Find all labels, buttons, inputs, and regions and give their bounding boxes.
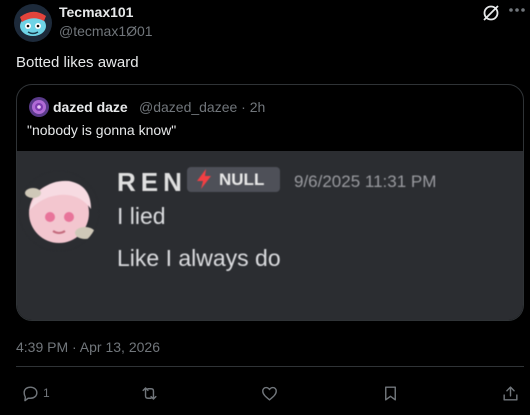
- reply-button[interactable]: 1: [21, 382, 50, 404]
- author-handle[interactable]: @tecmax1Ø01: [59, 23, 153, 39]
- quote-author-handle[interactable]: @dazed_dazee · 2h: [139, 99, 265, 115]
- quote-media-image[interactable]: REN NULL 9/6/2025 11:31 PM I lied Like I…: [17, 151, 523, 320]
- grok-icon[interactable]: [481, 3, 501, 23]
- quoted-post[interactable]: dazed daze @dazed_dazee · 2h "nobody is …: [16, 84, 524, 321]
- reply-icon: [23, 385, 38, 401]
- media-username: REN: [117, 167, 187, 197]
- quote-author-avatar[interactable]: [29, 97, 49, 117]
- more-icon[interactable]: [506, 0, 528, 20]
- like-button[interactable]: [260, 382, 279, 404]
- quote-author-name[interactable]: dazed daze: [53, 99, 128, 115]
- lightning-icon: [197, 169, 211, 189]
- media-role-badge: NULL: [187, 167, 280, 192]
- author-name[interactable]: Tecmax101: [59, 4, 133, 20]
- share-icon: [503, 385, 518, 401]
- repost-button[interactable]: [140, 382, 159, 404]
- post-timestamp[interactable]: 4:39 PM · Apr 13, 2026: [16, 339, 160, 355]
- media-message-line: I lied: [117, 203, 166, 229]
- post-text: Botted likes award: [16, 54, 139, 71]
- author-avatar[interactable]: [14, 4, 52, 42]
- repost-icon: [142, 386, 157, 400]
- reply-count: 1: [43, 386, 50, 400]
- bookmark-button[interactable]: [381, 382, 400, 404]
- quote-text: "nobody is gonna know": [27, 122, 177, 138]
- share-button[interactable]: [501, 382, 520, 404]
- like-icon: [262, 386, 277, 401]
- divider: [16, 366, 524, 367]
- bookmark-icon: [385, 385, 396, 401]
- media-role-badge-label: NULL: [219, 170, 265, 189]
- media-timestamp: 9/6/2025 11:31 PM: [294, 172, 437, 191]
- media-avatar: [19, 171, 99, 251]
- media-message-line: Like I always do: [117, 245, 281, 271]
